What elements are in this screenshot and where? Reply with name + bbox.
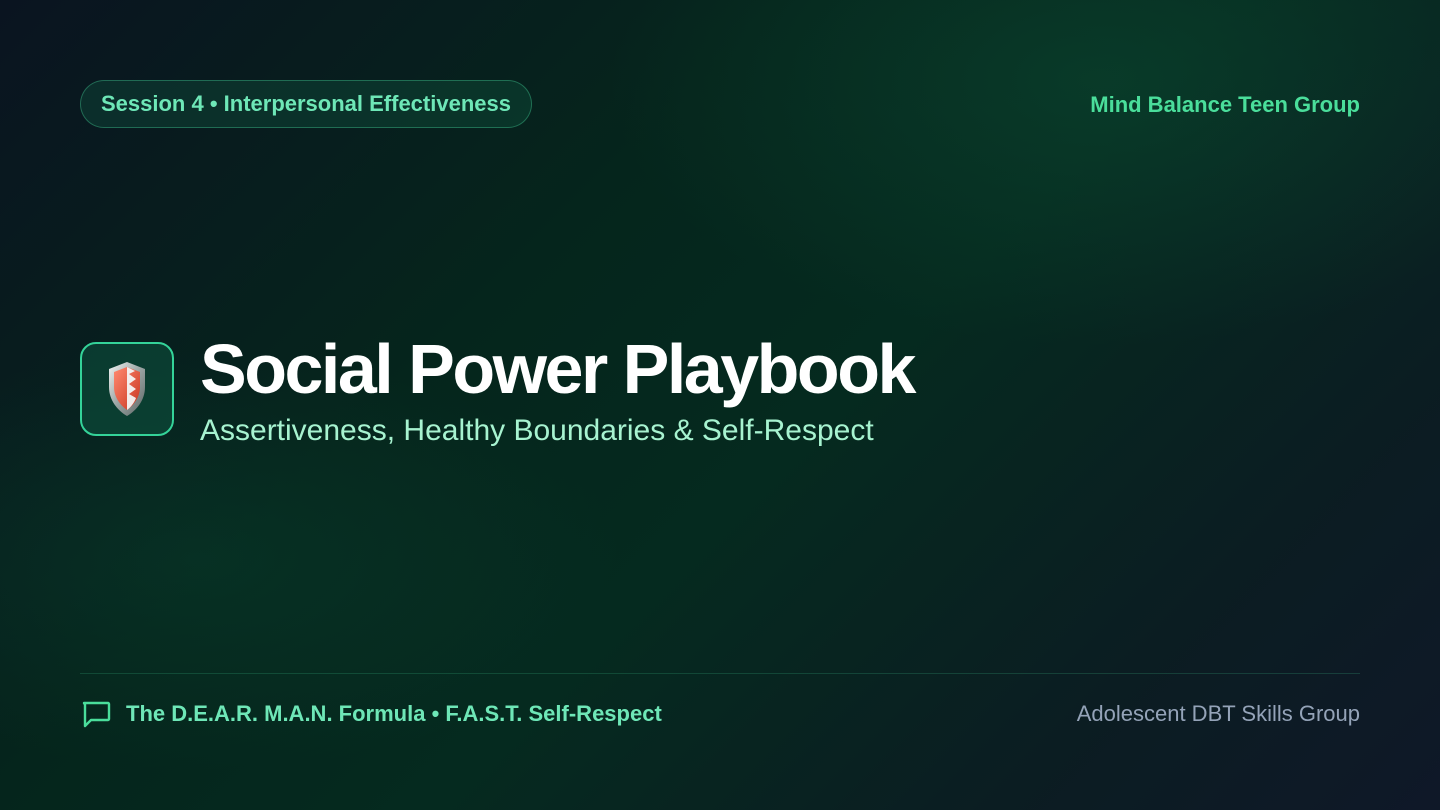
program-name: Adolescent DBT Skills Group	[1076, 701, 1360, 726]
session-badge-label: Session 4 • Interpersonal Effectiveness	[101, 91, 511, 116]
session-badge: Session 4 • Interpersonal Effectiveness	[80, 80, 532, 128]
footer-divider	[80, 673, 1360, 674]
brand-name: Mind Balance Teen Group	[1090, 92, 1360, 117]
page-subtitle: Assertiveness, Healthy Boundaries & Self…	[200, 414, 874, 447]
footer-topics-label: The D.E.A.R. M.A.N. Formula • F.A.S.T. S…	[126, 701, 662, 726]
title-icon-box	[80, 342, 174, 436]
page-title: Social Power Playbook	[200, 330, 916, 408]
shield-icon	[109, 362, 145, 416]
chat-bubble-icon	[82, 701, 111, 728]
footer-topics: The D.E.A.R. M.A.N. Formula • F.A.S.T. S…	[80, 696, 662, 732]
